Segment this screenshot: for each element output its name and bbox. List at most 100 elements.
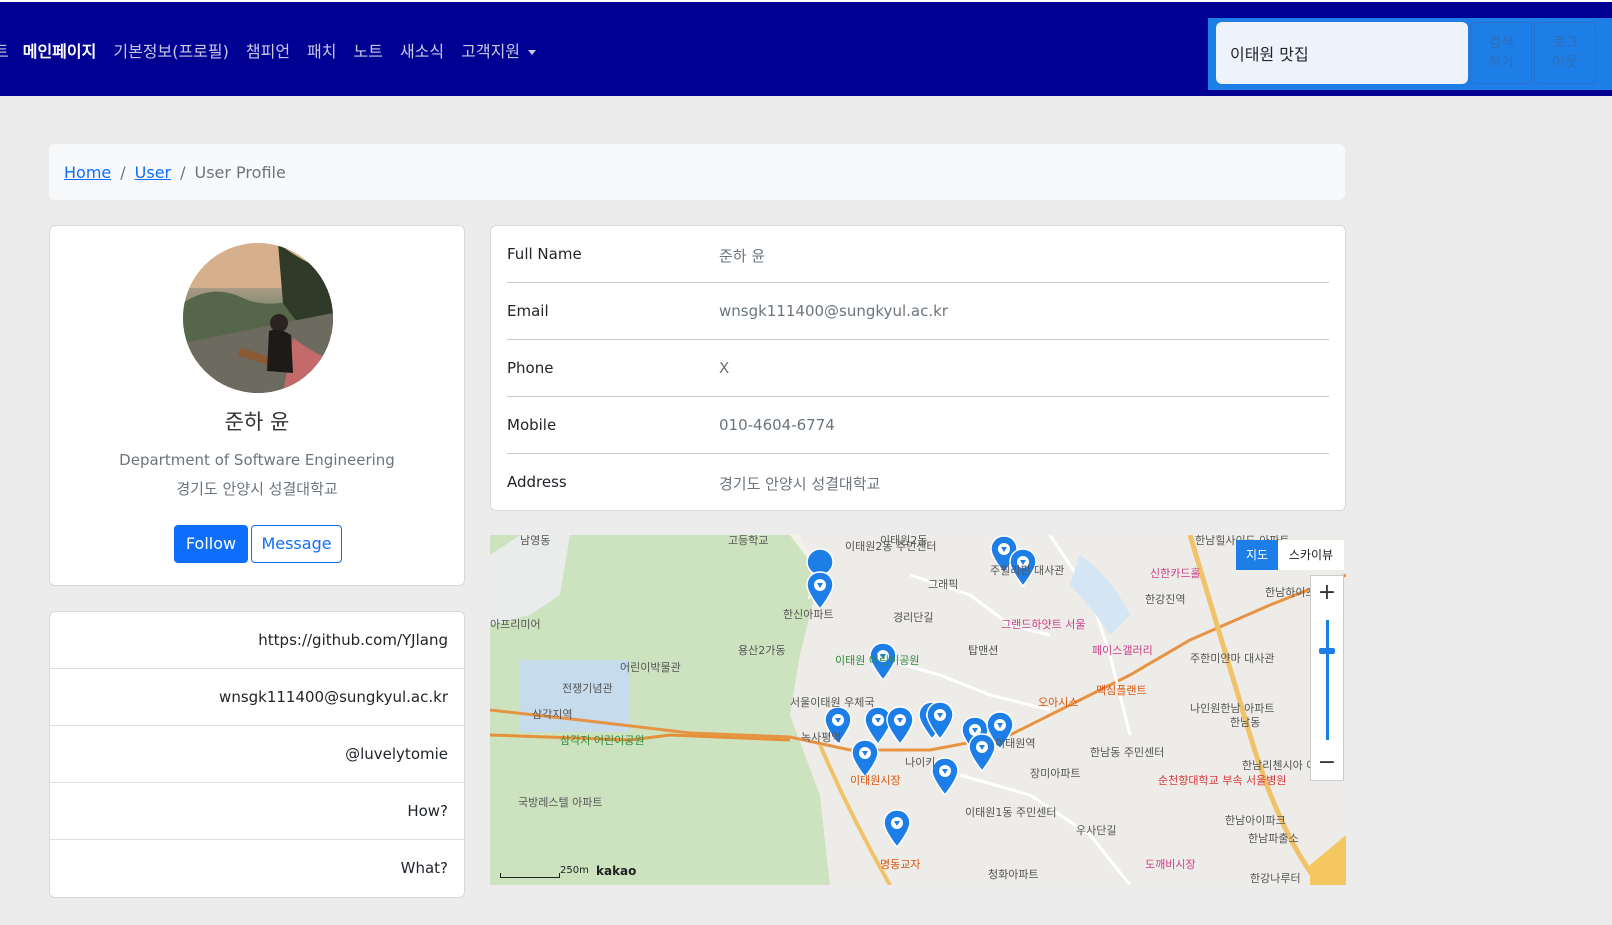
map-label: 주필리핀 대사관 [990, 564, 1065, 577]
list-item-github[interactable]: https://github.com/YJlang [50, 612, 464, 669]
logout-button-label: 로그 아웃 [1552, 35, 1578, 71]
map-label: 순천향대학교 부속 서울병원 [1158, 774, 1287, 787]
list-item-how[interactable]: How? [50, 783, 464, 840]
map-label: 그랜드하얏트 서울 [1001, 618, 1086, 631]
map-label: 한남동 [1230, 716, 1261, 729]
map-label: 페이스갤러리 [1092, 644, 1153, 657]
map-label: 녹사평역 [801, 731, 842, 744]
logout-button[interactable]: 로그 아웃 [1534, 22, 1596, 84]
nav-item-support-dropdown[interactable]: 고객지원 [461, 38, 537, 62]
follow-button[interactable]: Follow [174, 525, 248, 563]
map-marker-icon[interactable] [968, 733, 996, 773]
full-name-value: 준하 윤 [719, 247, 766, 265]
nav-item-patch[interactable]: 패치 [307, 38, 336, 62]
search-button[interactable]: 검색 하기 [1470, 22, 1532, 84]
nav-item-champion[interactable]: 챔피언 [246, 38, 290, 62]
map-label: 우사단길 [1076, 824, 1117, 837]
map-label: 경리단길 [893, 611, 934, 624]
map-label: 국방레스텔 아파트 [518, 796, 603, 809]
map-label: 한강나루터 [1250, 872, 1301, 885]
map-label: 이태원역 [995, 737, 1036, 750]
map-label: 장미아파트 [1030, 767, 1081, 780]
map-scale-bar [500, 873, 560, 878]
map-label: 한남파출소 [1248, 832, 1299, 845]
map-label: 신한카드홀 [1150, 567, 1201, 580]
map-marker-icon[interactable] [851, 739, 879, 779]
email-value: wnsgk111400@sungkyul.ac.kr [719, 302, 948, 320]
list-item-email[interactable]: wnsgk111400@sungkyul.ac.kr [50, 669, 464, 726]
map-label: 이태원2동 [880, 535, 928, 547]
zoom-control: + − [1310, 575, 1344, 781]
address-value: 경기도 안양시 성결대학교 [719, 475, 881, 493]
map-label: 어린이박물관 [620, 661, 681, 674]
breadcrumb-separator: / [180, 162, 186, 182]
nav-links: 트 메인페이지 기본정보(프로필) 챔피언 패치 노트 새소식 고객지원 [0, 38, 553, 62]
avatar-photo [183, 243, 333, 393]
breadcrumb-current: User Profile [194, 162, 286, 182]
map-label: 나인원한남 아파트 [1190, 702, 1275, 715]
top-navbar: 트 메인페이지 기본정보(프로필) 챔피언 패치 노트 새소식 고객지원 검색 … [0, 0, 1612, 96]
map-label: 한강진역 [1145, 593, 1186, 606]
search-button-label: 검색 하기 [1488, 35, 1514, 71]
map-type-map-button[interactable]: 지도 [1236, 540, 1278, 570]
chevron-down-icon [528, 50, 537, 55]
map-label: 나이키 [905, 756, 936, 769]
kakao-map[interactable]: 이태원2동 주민센터 이태원2동 그래픽 주필리핀 대사관 한남힐사이드 아파트… [490, 535, 1346, 885]
map-marker-icon[interactable] [926, 701, 954, 741]
map-label: 한남하이츠 [1265, 586, 1316, 599]
map-label: 도깨비시장 [1145, 858, 1196, 871]
links-card: https://github.com/YJlang wnsgk111400@su… [49, 611, 465, 898]
mobile-value: 010-4604-6774 [719, 416, 835, 434]
map-marker-icon[interactable] [806, 571, 834, 611]
list-item-what[interactable]: What? [50, 840, 464, 897]
breadcrumb: Home / User / User Profile [49, 144, 1345, 200]
map-label: 명동교자 [880, 858, 921, 871]
nav-item-support-label: 고객지원 [461, 42, 521, 61]
breadcrumb-user[interactable]: User [135, 163, 171, 182]
phone-label: Phone [507, 359, 554, 377]
map-label: 한남동 주민센터 [1090, 746, 1165, 759]
profile-location: 경기도 안양시 성결대학교 [176, 480, 338, 498]
map-label: 그래픽 [928, 578, 959, 591]
profile-name: 준하 윤 [224, 410, 290, 434]
map-label: 맥심플랜트 [1096, 684, 1147, 697]
nav-item-note[interactable]: 노트 [354, 38, 383, 62]
info-row-address: Address 경기도 안양시 성결대학교 [507, 454, 1329, 511]
info-card: Full Name 준하 윤 Email wnsgk111400@sungkyu… [490, 225, 1346, 511]
mobile-label: Mobile [507, 416, 557, 434]
map-label: 아프리미어 [490, 618, 541, 631]
nav-item-cut[interactable]: 트 [0, 38, 9, 62]
full-name-label: Full Name [507, 245, 582, 263]
zoom-slider-handle[interactable] [1319, 648, 1335, 654]
map-label: 전쟁기념관 [562, 682, 613, 695]
map-label: 남영동 [520, 535, 551, 547]
info-row-phone: Phone X [507, 340, 1329, 397]
map-label: 이태원시장 [850, 774, 901, 787]
map-label: 한남아이파크 [1225, 814, 1286, 827]
map-marker-icon[interactable] [883, 809, 911, 849]
map-label: 이태원 어린이공원 [835, 654, 920, 667]
map-type-skyview-button[interactable]: 스카이뷰 [1278, 540, 1344, 570]
info-row-mobile: Mobile 010-4604-6774 [507, 397, 1329, 454]
nav-item-profile[interactable]: 기본정보(프로필) [113, 38, 229, 62]
breadcrumb-separator: / [120, 162, 126, 182]
map-label: 용산2가동 [738, 644, 786, 657]
zoom-in-button[interactable]: + [1311, 578, 1343, 608]
nav-item-news[interactable]: 새소식 [400, 38, 444, 62]
map-marker-icon[interactable] [886, 706, 914, 746]
map-label: 이태원1동 주민센터 [965, 806, 1057, 819]
profile-department: Department of Software Engineering [119, 451, 395, 469]
map-label: 고등학교 [728, 535, 769, 547]
map-label: 청화아파트 [988, 868, 1039, 881]
search-input[interactable] [1216, 22, 1468, 84]
profile-card: 준하 윤 Department of Software Engineering … [49, 225, 465, 586]
map-label: 한신아파트 [783, 608, 834, 621]
breadcrumb-home[interactable]: Home [64, 163, 111, 182]
list-item-instagram[interactable]: @luvelytomie [50, 726, 464, 783]
map-label: 오아시스 [1038, 696, 1079, 709]
zoom-slider-track[interactable] [1326, 620, 1329, 740]
info-row-email: Email wnsgk111400@sungkyul.ac.kr [507, 283, 1329, 340]
zoom-out-button[interactable]: − [1311, 748, 1343, 778]
message-button[interactable]: Message [251, 525, 342, 563]
nav-item-main[interactable]: 메인페이지 [23, 38, 97, 62]
